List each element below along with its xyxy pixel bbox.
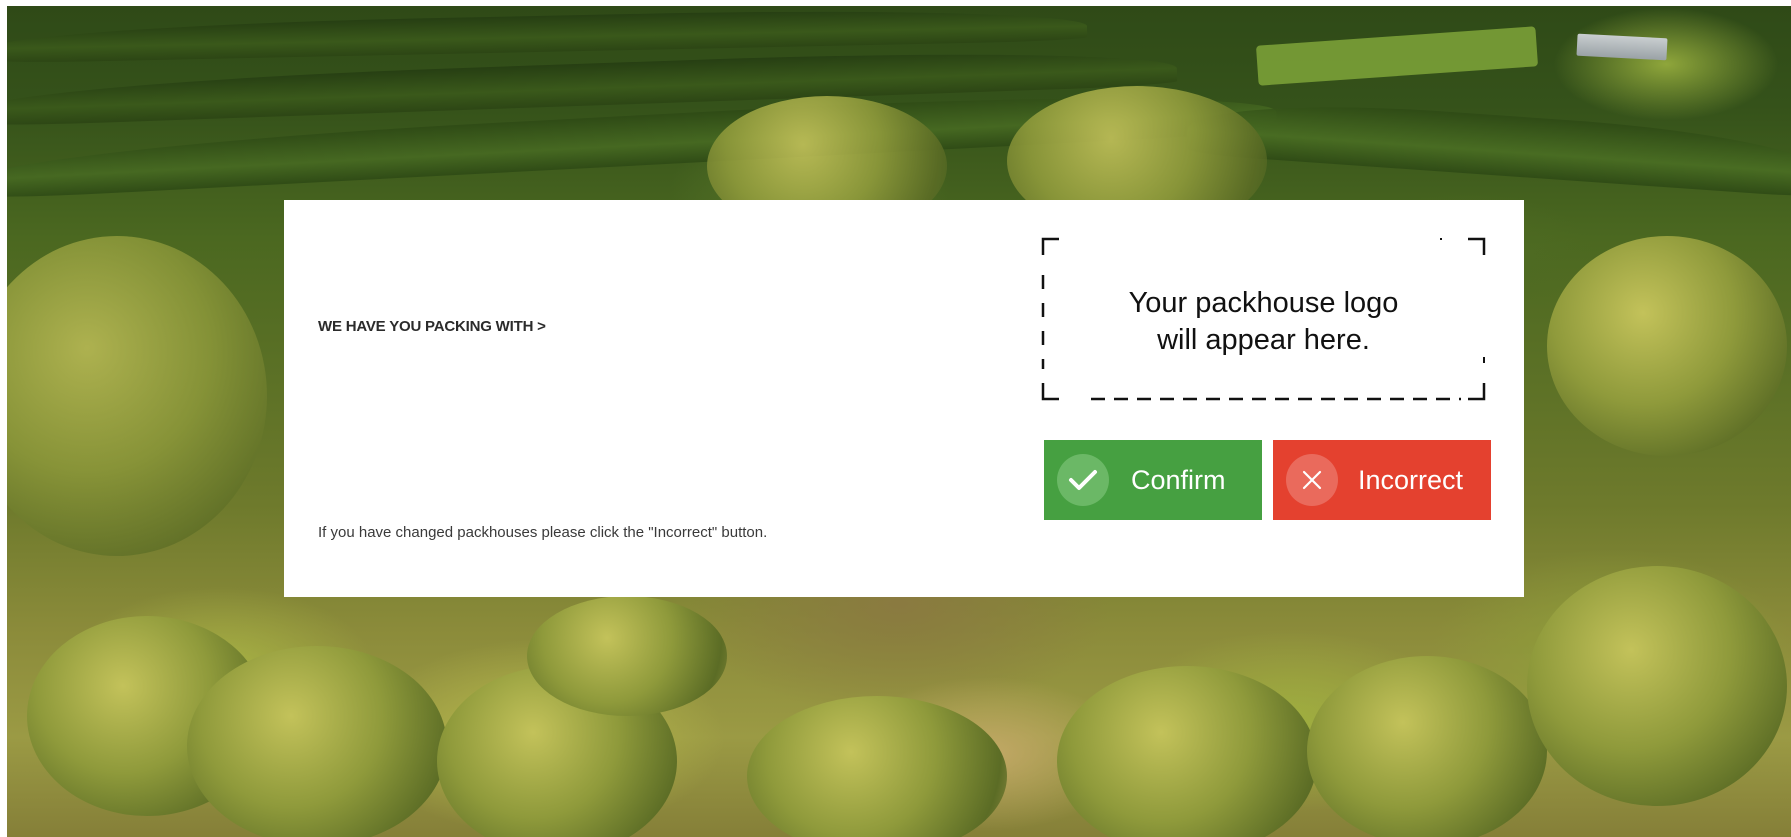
packhouse-confirmation-card: WE HAVE YOU PACKING WITH > Your packhous… — [284, 200, 1524, 597]
logo-placeholder-line2: will appear here. — [1157, 324, 1370, 356]
house-roof — [1576, 33, 1668, 61]
tree — [1057, 666, 1317, 837]
close-icon — [1286, 454, 1338, 506]
changed-packhouse-note: If you have changed packhouses please cl… — [318, 524, 768, 541]
packhouse-logo-placeholder: Your packhouse logo will appear here. — [1041, 237, 1486, 401]
logo-placeholder-text: Your packhouse logo will appear here. — [1041, 285, 1486, 359]
packing-with-heading: WE HAVE YOU PACKING WITH > — [318, 318, 546, 335]
confirm-label: Confirm — [1131, 464, 1226, 495]
tree — [187, 646, 447, 837]
hedgerow — [1185, 93, 1791, 199]
tree — [527, 596, 727, 716]
incorrect-button[interactable]: Incorrect — [1273, 440, 1491, 520]
logo-placeholder-line1: Your packhouse logo — [1128, 287, 1399, 319]
confirm-button[interactable]: Confirm — [1044, 440, 1262, 520]
tree — [7, 236, 267, 556]
tree — [1547, 236, 1787, 456]
grass-field — [1255, 26, 1539, 86]
tree — [747, 696, 1007, 837]
tree — [1307, 656, 1547, 837]
check-icon — [1057, 454, 1109, 506]
incorrect-label: Incorrect — [1358, 464, 1464, 495]
tree — [1527, 566, 1787, 806]
